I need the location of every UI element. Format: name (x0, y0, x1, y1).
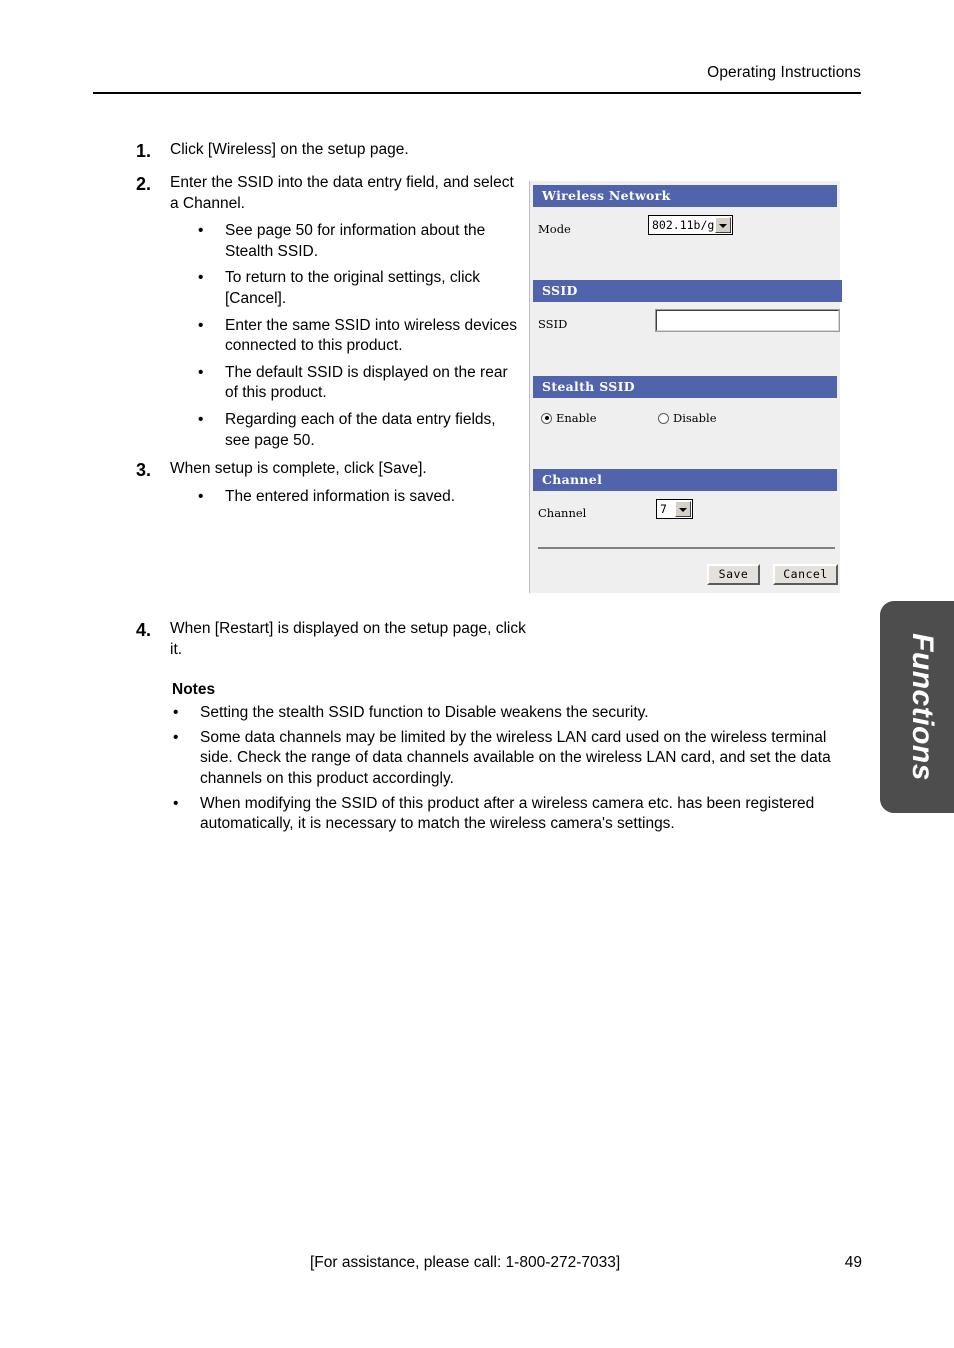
list-item: • To return to the original settings, cli… (198, 268, 521, 309)
stealth-ssid-enable-radio[interactable]: Enable (541, 411, 597, 425)
list-item-text: The entered information is saved. (225, 487, 456, 505)
bullet-icon: • (173, 794, 179, 812)
bullet-icon: • (198, 363, 204, 381)
step-item-1: 1. Click [Wireless] on the setup page. (136, 140, 516, 164)
list-item-text: To return to the original settings, clic… (225, 269, 481, 308)
step-item-2: 2. Enter the SSID into the data entry fi… (136, 173, 521, 451)
step-text: When setup is complete, click [Save]. (170, 460, 427, 477)
step-item-3: 3. When setup is complete, click [Save].… (136, 459, 516, 507)
footer-assistance-text: [For assistance, please call: 1-800-272-… (310, 1254, 621, 1271)
mode-select[interactable]: 802.11b/g (648, 215, 733, 235)
stealth-ssid-disable-radio[interactable]: Disable (658, 411, 717, 425)
step-text: Click [Wireless] on the setup page. (170, 141, 409, 158)
notes-title: Notes (172, 681, 216, 698)
step-text: When [Restart] is displayed on the setup… (170, 620, 526, 658)
channel-label: Channel (538, 506, 587, 520)
step-number: 2. (136, 174, 152, 194)
ssid-label: SSID (538, 317, 568, 331)
list-item-text: Enter the same SSID into wireless device… (225, 316, 518, 355)
panel-divider (538, 547, 835, 549)
header-divider-rule (93, 92, 861, 94)
channel-select[interactable]: 7 (656, 499, 693, 519)
step-number: 4. (136, 620, 152, 640)
step-bullet-list: • The entered information is saved. (170, 487, 455, 508)
section-tab-functions[interactable]: Functions (880, 601, 954, 813)
list-item: • Enter the same SSID into wireless devic… (198, 316, 521, 357)
list-item-text: When modifying the SSID of this product … (200, 794, 815, 833)
list-item: • The default SSID is displayed on the re… (198, 363, 521, 404)
list-item: • Setting the stealth SSID function to Di… (172, 703, 862, 724)
mode-select-value: 802.11b/g (652, 218, 715, 232)
step-number: 3. (136, 460, 152, 480)
radio-selected-icon[interactable] (541, 412, 552, 424)
stealth-ssid-disable-label: Disable (673, 411, 717, 425)
bullet-icon: • (173, 728, 179, 746)
list-item: • The entered information is saved. (198, 487, 455, 508)
section-header-channel: Channel (533, 469, 837, 491)
step-item-4: 4. When [Restart] is displayed on the se… (136, 619, 526, 660)
step-text: Enter the SSID into the data entry field… (170, 174, 514, 212)
list-item: • Some data channels may be limited by th… (172, 728, 862, 790)
list-item-text: Some data channels may be limited by the… (200, 728, 831, 788)
list-item-text: The default SSID is displayed on the rea… (225, 363, 508, 402)
chevron-down-icon[interactable] (715, 217, 731, 233)
list-item-text: Regarding each of the data entry fields,… (225, 411, 496, 449)
list-item-text: Setting the stealth SSID function to Dis… (200, 704, 649, 721)
bullet-icon: • (198, 269, 204, 287)
step-number: 1. (136, 141, 152, 161)
bullet-icon: • (198, 487, 204, 505)
bullet-icon: • (198, 411, 204, 429)
section-header-ssid: SSID (533, 280, 842, 302)
list-item: • When modifying the SSID of this product… (172, 794, 862, 835)
notes-list: • Setting the stealth SSID function to Di… (172, 703, 862, 839)
chevron-down-icon[interactable] (675, 501, 691, 517)
section-tab-label: Functions (906, 633, 939, 781)
wireless-settings-screenshot: Wireless Network Mode 802.11b/g SSID SSI… (529, 181, 842, 593)
bullet-icon: • (173, 704, 179, 721)
ssid-input[interactable] (655, 309, 840, 332)
mode-label: Mode (538, 222, 571, 236)
list-item-text: See page 50 for information about the St… (225, 222, 486, 260)
running-header: Operating Instructions (707, 64, 861, 81)
bullet-icon: • (198, 222, 204, 240)
stealth-ssid-enable-label: Enable (556, 411, 597, 425)
save-button[interactable]: Save (707, 564, 760, 585)
page-number: 49 (844, 1254, 862, 1271)
list-item: • See page 50 for information about the S… (198, 221, 521, 262)
cancel-button[interactable]: Cancel (773, 564, 838, 585)
section-header-stealth-ssid: Stealth SSID (533, 376, 837, 398)
bullet-icon: • (198, 316, 204, 334)
radio-unselected-icon[interactable] (658, 412, 669, 424)
list-item: • Regarding each of the data entry fields… (198, 410, 521, 451)
step-bullet-list: • See page 50 for information about the S… (170, 221, 521, 451)
section-header-wireless-network: Wireless Network (533, 185, 837, 207)
channel-select-value: 7 (660, 502, 667, 516)
